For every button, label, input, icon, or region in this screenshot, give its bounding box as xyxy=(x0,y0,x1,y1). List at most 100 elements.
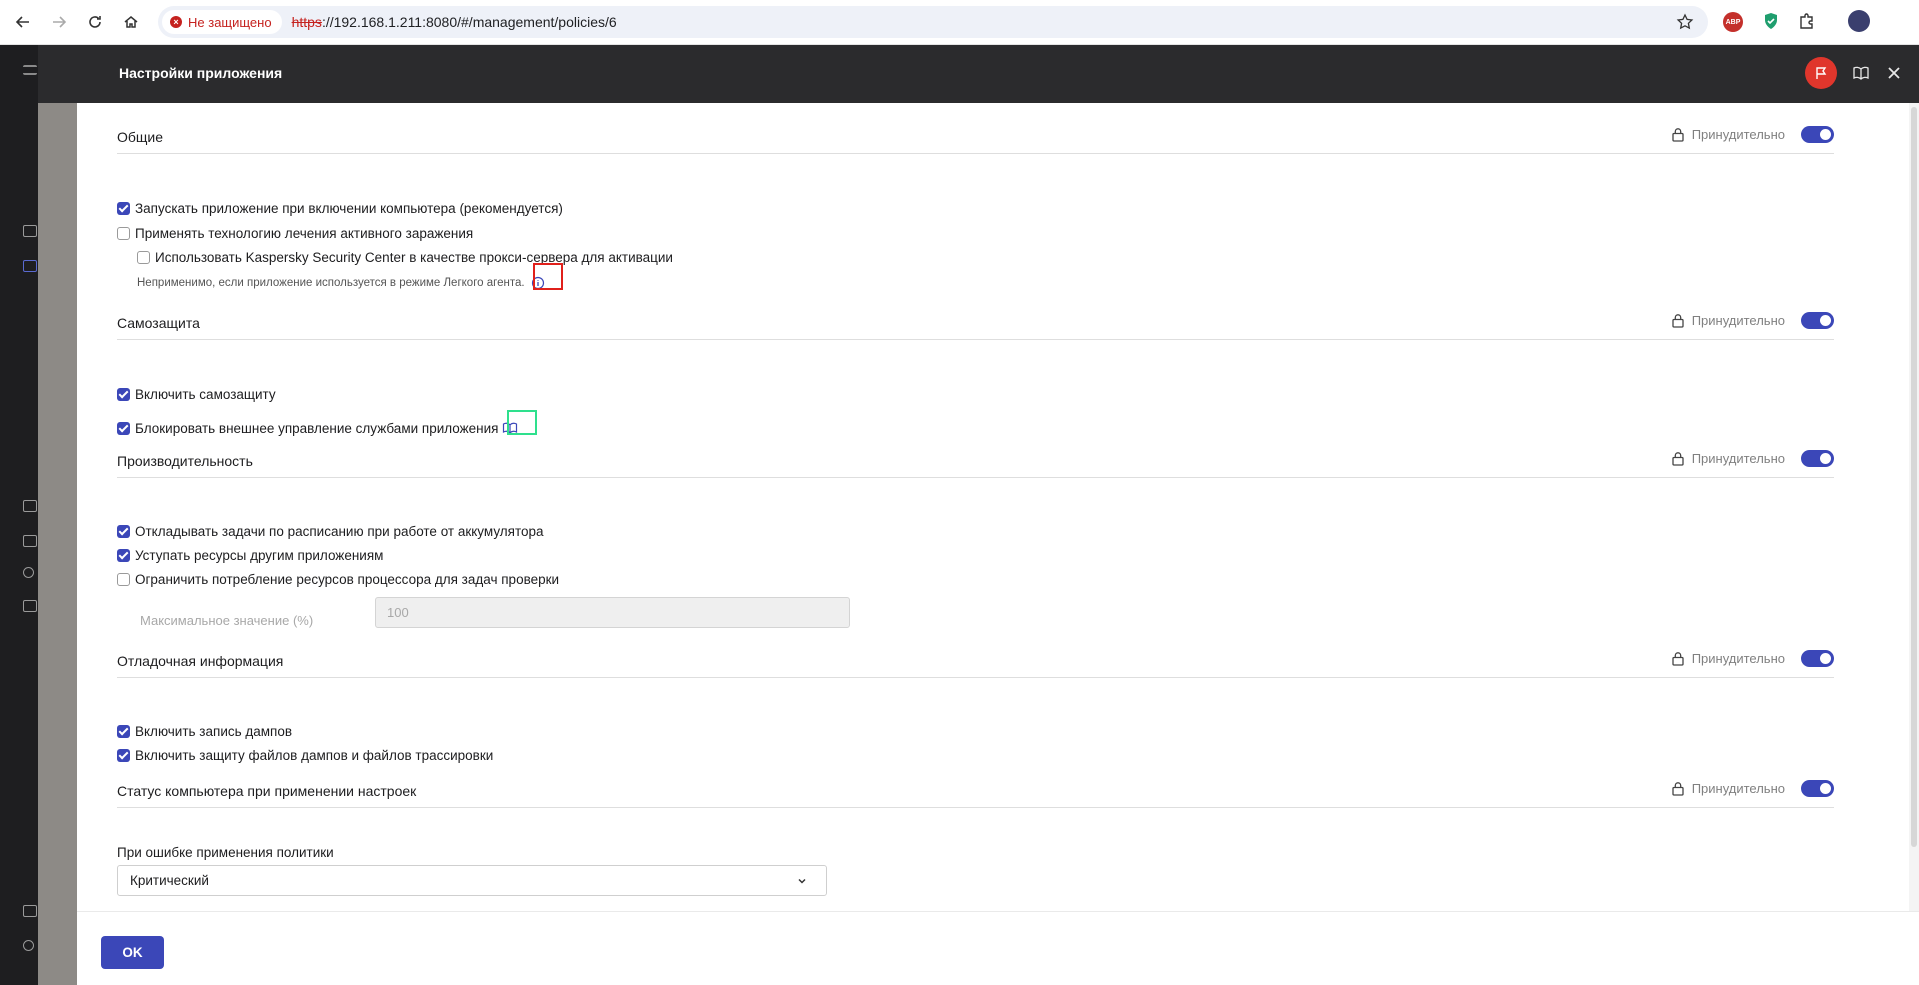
home-icon xyxy=(124,16,138,28)
select-value: Критический xyxy=(130,873,209,888)
checkbox-label: Уступать ресурсы другим приложениям xyxy=(135,548,384,563)
checkbox[interactable] xyxy=(117,549,130,562)
checkbox-dumps[interactable]: Включить запись дампов xyxy=(117,724,292,739)
checkbox[interactable] xyxy=(137,251,150,264)
enforce-toggle-debug[interactable] xyxy=(1801,650,1834,667)
settings-modal: Настройки приложения Общие Принудительно… xyxy=(77,45,1919,985)
enforce-label: Принудительно xyxy=(1691,651,1785,666)
enforce-label: Принудительно xyxy=(1691,313,1785,328)
checkbox-label: Включить запись дампов xyxy=(135,724,293,739)
checkbox-label: Откладывать задачи по расписанию при раб… xyxy=(135,524,544,539)
max-value-input[interactable]: 100 xyxy=(375,597,850,628)
extensions-puzzle-icon[interactable] xyxy=(1796,10,1818,32)
enforce-control: Принудительно xyxy=(1671,450,1834,467)
reload-button[interactable] xyxy=(80,7,110,37)
shield-extension-icon[interactable] xyxy=(1760,10,1782,32)
checkbox[interactable] xyxy=(117,421,130,435)
search-icon xyxy=(23,567,34,578)
checkbox[interactable] xyxy=(117,388,130,401)
policy-error-label: При ошибке применения политики xyxy=(117,845,334,860)
lock-icon xyxy=(1672,128,1684,142)
policy-error-select[interactable]: Критический xyxy=(117,865,827,896)
checkbox-limit-cpu[interactable]: Ограничить потребление ресурсов процессо… xyxy=(117,572,559,587)
list-icon xyxy=(23,535,37,547)
checkbox[interactable] xyxy=(117,227,130,240)
users-icon xyxy=(23,500,37,512)
enforce-toggle-performance[interactable] xyxy=(1801,450,1834,467)
section-header: Самозащита Принудительно xyxy=(117,311,1834,340)
checkbox[interactable] xyxy=(117,525,130,538)
toggle-knob xyxy=(1820,653,1831,664)
close-icon xyxy=(1888,67,1900,79)
ok-button[interactable]: OK xyxy=(101,936,164,969)
bag-icon xyxy=(23,600,37,612)
home-button[interactable] xyxy=(116,7,146,37)
flag-button[interactable] xyxy=(1805,57,1837,89)
checkbox-defer-on-battery[interactable]: Откладывать задачи по расписанию при раб… xyxy=(117,524,544,539)
profile-avatar-icon[interactable] xyxy=(1848,10,1870,32)
enforce-toggle-self-defense[interactable] xyxy=(1801,312,1834,329)
enforce-label: Принудительно xyxy=(1691,127,1785,142)
checkbox-label: Ограничить потребление ресурсов процессо… xyxy=(135,572,560,587)
reload-icon xyxy=(89,16,101,28)
section-title: Общие xyxy=(117,129,164,145)
security-label: Не защищено xyxy=(188,14,272,30)
lock-icon xyxy=(1672,652,1684,666)
close-button[interactable] xyxy=(1884,63,1904,83)
checkbox-active-disinfection[interactable]: Применять технологию лечения активного з… xyxy=(117,226,473,241)
light-agent-note: Неприменимо, если приложение используетс… xyxy=(137,276,545,290)
checkbox[interactable] xyxy=(117,202,130,215)
enforce-toggle-status[interactable] xyxy=(1801,780,1834,797)
url-scheme: https xyxy=(291,14,322,30)
url-text: https://192.168.1.211:8080/#/management/… xyxy=(292,14,617,30)
back-button[interactable] xyxy=(8,7,38,37)
checkbox-block-service-control[interactable]: Блокировать внешнее управление службами … xyxy=(117,420,518,436)
chevron-down-icon xyxy=(798,878,806,884)
arrow-right-icon xyxy=(53,16,67,28)
adblock-extension-icon[interactable]: ABP xyxy=(1723,12,1743,32)
help-book-button[interactable] xyxy=(1851,63,1871,83)
background-sidebar xyxy=(0,45,38,985)
note-text: Неприменимо, если приложение используетс… xyxy=(137,277,525,289)
info-highlight-box xyxy=(533,263,563,290)
enforce-toggle-general[interactable] xyxy=(1801,126,1834,143)
sliders-icon xyxy=(23,905,37,917)
section-title: Производительность xyxy=(117,453,253,469)
enforce-label: Принудительно xyxy=(1691,781,1785,796)
checkbox-self-defense[interactable]: Включить самозащиту xyxy=(117,387,276,402)
checkbox[interactable] xyxy=(117,573,130,586)
address-bar[interactable]: × Не защищено https://192.168.1.211:8080… xyxy=(158,6,1708,38)
checkbox-protect-dumps[interactable]: Включить защиту файлов дампов и файлов т… xyxy=(117,748,493,763)
bookmark-star-icon[interactable] xyxy=(1676,13,1694,31)
checkbox-yield-resources[interactable]: Уступать ресурсы другим приложениям xyxy=(117,548,383,563)
section-debug: Отладочная информация Принудительно xyxy=(117,649,1834,678)
flag-icon xyxy=(1816,67,1827,79)
modal-body: Общие Принудительно Запускать приложение… xyxy=(77,103,1919,911)
section-title: Самозащита xyxy=(117,315,200,331)
toggle-knob xyxy=(1820,315,1831,326)
scroll-thumb[interactable] xyxy=(1911,107,1917,847)
modal-footer: OK xyxy=(77,911,1919,985)
section-header: Статус компьютера при применении настрое… xyxy=(117,779,1834,808)
forward-button[interactable] xyxy=(44,7,74,37)
book-highlight-box xyxy=(507,410,537,435)
section-self-defense: Самозащита Принудительно xyxy=(117,311,1834,340)
lock-icon xyxy=(1672,782,1684,796)
checkbox-label: Использовать Kaspersky Security Center в… xyxy=(155,250,673,265)
enforce-control: Принудительно xyxy=(1671,126,1834,143)
security-indicator[interactable]: × Не защищено xyxy=(162,10,282,34)
checkbox[interactable] xyxy=(117,749,130,762)
user-icon xyxy=(23,940,34,951)
section-title: Отладочная информация xyxy=(117,653,284,669)
checkbox-ksc-proxy[interactable]: Использовать Kaspersky Security Center в… xyxy=(137,250,673,265)
checkbox-autostart[interactable]: Запускать приложение при включении компь… xyxy=(117,201,563,216)
toggle-knob xyxy=(1820,453,1831,464)
url-path: ://192.168.1.211:8080/#/management/polic… xyxy=(321,14,617,30)
section-header: Производительность Принудительно xyxy=(117,449,1834,478)
browser-toolbar: × Не защищено https://192.168.1.211:8080… xyxy=(0,0,1919,45)
checkbox[interactable] xyxy=(117,725,130,738)
lock-icon xyxy=(1672,452,1684,466)
monitor-icon xyxy=(23,260,37,272)
modal-scrollbar[interactable] xyxy=(1909,103,1919,911)
section-header: Общие Принудительно xyxy=(117,125,1834,154)
